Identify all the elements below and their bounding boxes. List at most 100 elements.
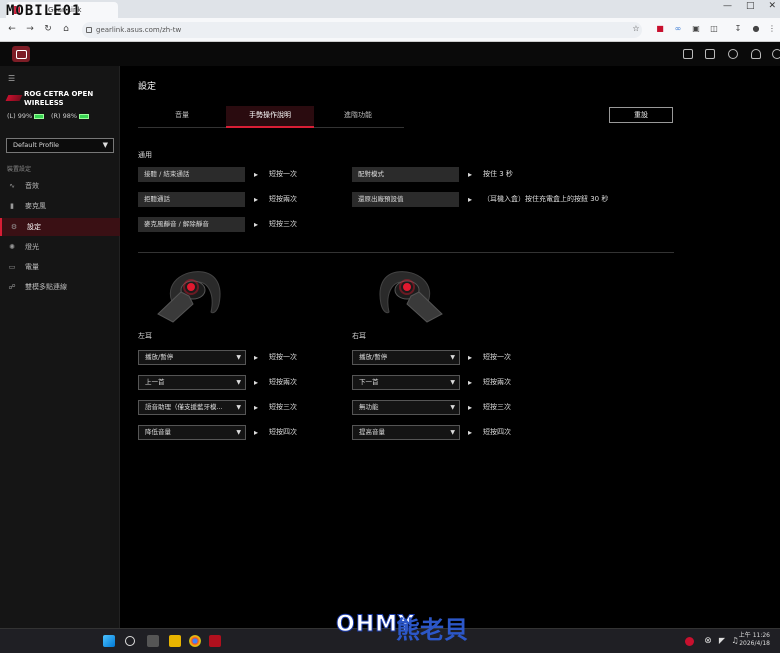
- battery-left-label: (L) 99%: [7, 112, 33, 120]
- wifi-icon[interactable]: ◤: [716, 635, 728, 647]
- close-icon[interactable]: ✕: [768, 1, 776, 11]
- right-earbud-image: [379, 271, 443, 323]
- tap-gesture-icon: ▸: [254, 428, 259, 437]
- chevron-down-icon: ▼: [450, 354, 455, 361]
- task-view-icon[interactable]: [147, 635, 159, 647]
- sync-icon[interactable]: [728, 49, 738, 59]
- chrome-icon[interactable]: [189, 635, 201, 647]
- tap-gesture-icon: ▸: [468, 353, 473, 362]
- hamburger-menu-icon[interactable]: ☰: [8, 74, 15, 83]
- general-action-mute: 麥克風靜音 / 解除靜音: [138, 217, 245, 232]
- select-value: 提高音量: [359, 428, 385, 436]
- browser-tab-bar: Gear Link MOBILE01 — □ ✕: [0, 0, 780, 19]
- app-header: [0, 42, 780, 66]
- url-field[interactable]: gearlink.asus.com/zh-tw: [82, 22, 642, 38]
- left-earbud-image: [157, 271, 221, 323]
- tab-advanced[interactable]: 進階功能: [314, 106, 402, 128]
- start-windows-icon[interactable]: [103, 635, 115, 647]
- tap-gesture-icon: ▸: [254, 353, 259, 362]
- reload-icon[interactable]: ↻: [42, 23, 54, 35]
- back-icon[interactable]: ←: [6, 23, 18, 35]
- chevron-down-icon: ▼: [450, 404, 455, 411]
- device-button[interactable]: [12, 46, 30, 62]
- reset-button[interactable]: 重設: [609, 107, 673, 123]
- site-info-icon[interactable]: [86, 27, 92, 33]
- light-icon: ✺: [9, 243, 15, 251]
- tap-gesture-icon: ▸: [468, 428, 473, 437]
- sidebar-section-label: 裝置設定: [7, 166, 32, 173]
- bookmark-star-icon[interactable]: ☆: [631, 24, 641, 34]
- sidebar-item-lighting[interactable]: ✺ 燈光: [0, 238, 120, 256]
- split-view-icon[interactable]: ◫: [709, 24, 719, 34]
- left-ear-double-tap-select[interactable]: 上一首 ▼: [138, 375, 246, 390]
- select-value: 無功能: [359, 403, 379, 411]
- main-panel: 設定 音量 手勢操作說明 進階功能 重設 通用 接聽 / 結束通話 ▸ 短按一次…: [121, 66, 780, 628]
- profile-icon[interactable]: ●: [751, 24, 761, 34]
- armoury-crate-icon[interactable]: [209, 635, 221, 647]
- home-icon[interactable]: ⌂: [60, 23, 72, 35]
- left-ear-triple-tap-select[interactable]: 語音助理（僅支援藍牙模... ▼: [138, 400, 246, 415]
- left-ear-gesture: 短按三次: [269, 403, 297, 411]
- tab-volume[interactable]: 音量: [138, 106, 226, 128]
- profile-select[interactable]: Default Profile ▼: [6, 138, 114, 153]
- more-menu-icon[interactable]: ⋮: [767, 24, 777, 34]
- right-ear-double-tap-select[interactable]: 下一首 ▼: [352, 375, 460, 390]
- extension-icon[interactable]: ■: [655, 24, 665, 34]
- chevron-down-icon: ▼: [450, 379, 455, 386]
- tap-gesture-icon: ▸: [254, 170, 259, 179]
- headset-icon[interactable]: [683, 49, 693, 59]
- tap-gesture-icon: ▸: [254, 378, 259, 387]
- maximize-icon[interactable]: □: [746, 1, 755, 11]
- general-action-pairing: 配對模式: [352, 167, 459, 182]
- general-section-label: 通用: [138, 151, 152, 159]
- address-bar-row: ← → ↻ ⌂ gearlink.asus.com/zh-tw ☆ ■ ∞ ▣ …: [0, 18, 780, 42]
- right-ear-single-tap-select[interactable]: 播放/暫停 ▼: [352, 350, 460, 365]
- sidebar-item-settings[interactable]: ⚙ 設定: [0, 218, 120, 236]
- rog-device-logo-icon: [5, 95, 23, 101]
- search-icon[interactable]: [125, 636, 135, 646]
- bell-icon[interactable]: [751, 49, 761, 59]
- minimize-icon[interactable]: —: [723, 1, 732, 11]
- chevron-down-icon: ▼: [102, 141, 108, 149]
- link-extension-icon[interactable]: ∞: [673, 24, 683, 34]
- select-value: 下一首: [359, 378, 379, 386]
- right-ear-quad-tap-select[interactable]: 提高音量 ▼: [352, 425, 460, 440]
- sidebar-item-battery[interactable]: ▭ 電量: [0, 258, 120, 276]
- tap-gesture-icon: ▸: [254, 220, 259, 229]
- general-gesture: （耳機入盒）按住充電盒上的按鈕 30 秒: [483, 195, 609, 203]
- tap-gesture-icon: ▸: [254, 403, 259, 412]
- battery-right: (R) 98%: [51, 112, 90, 120]
- select-value: 播放/暫停: [359, 353, 388, 361]
- tray-app-icon[interactable]: [685, 637, 694, 646]
- sidebar-item-sound[interactable]: ∿ 音效: [0, 177, 120, 195]
- tray-close-icon[interactable]: ⊗: [702, 635, 714, 647]
- page-title: 設定: [138, 82, 157, 92]
- microphone-icon: ▮: [10, 202, 14, 210]
- tab-gesture-guide[interactable]: 手勢操作說明: [226, 106, 314, 128]
- select-value: 語音助理（僅支援藍牙模...: [145, 403, 223, 411]
- left-ear-gesture: 短按兩次: [269, 378, 297, 386]
- download-icon[interactable]: ↧: [733, 24, 743, 34]
- left-ear-single-tap-select[interactable]: 播放/暫停 ▼: [138, 350, 246, 365]
- sidebar-item-label: 音效: [25, 182, 39, 190]
- general-gesture: 短按一次: [269, 170, 297, 178]
- left-ear-gesture: 短按一次: [269, 353, 297, 361]
- link-icon: ☍: [8, 283, 16, 291]
- url-text: gearlink.asus.com/zh-tw: [96, 26, 182, 34]
- battery-left-icon: [34, 113, 45, 119]
- screenshot-icon[interactable]: [705, 49, 715, 59]
- sidebar-item-microphone[interactable]: ▮ 麥克風: [0, 197, 120, 215]
- battery-left: (L) 99%: [7, 112, 45, 120]
- system-clock[interactable]: 上午 11:26 2026/4/18: [739, 632, 770, 648]
- sidebar-item-multipoint[interactable]: ☍ 雙模多點連線: [0, 278, 120, 296]
- forward-icon[interactable]: →: [24, 23, 36, 35]
- file-explorer-icon[interactable]: [169, 635, 181, 647]
- extensions-icon[interactable]: ▣: [691, 24, 701, 34]
- chevron-down-icon: ▼: [236, 379, 241, 386]
- general-action-factory-reset: 還原出廠預設值: [352, 192, 459, 207]
- left-ear-quad-tap-select[interactable]: 降低音量 ▼: [138, 425, 246, 440]
- sidebar-item-label: 麥克風: [25, 202, 46, 210]
- settings-icon[interactable]: [772, 49, 780, 59]
- right-ear-triple-tap-select[interactable]: 無功能 ▼: [352, 400, 460, 415]
- window-controls: — □ ✕: [723, 1, 776, 11]
